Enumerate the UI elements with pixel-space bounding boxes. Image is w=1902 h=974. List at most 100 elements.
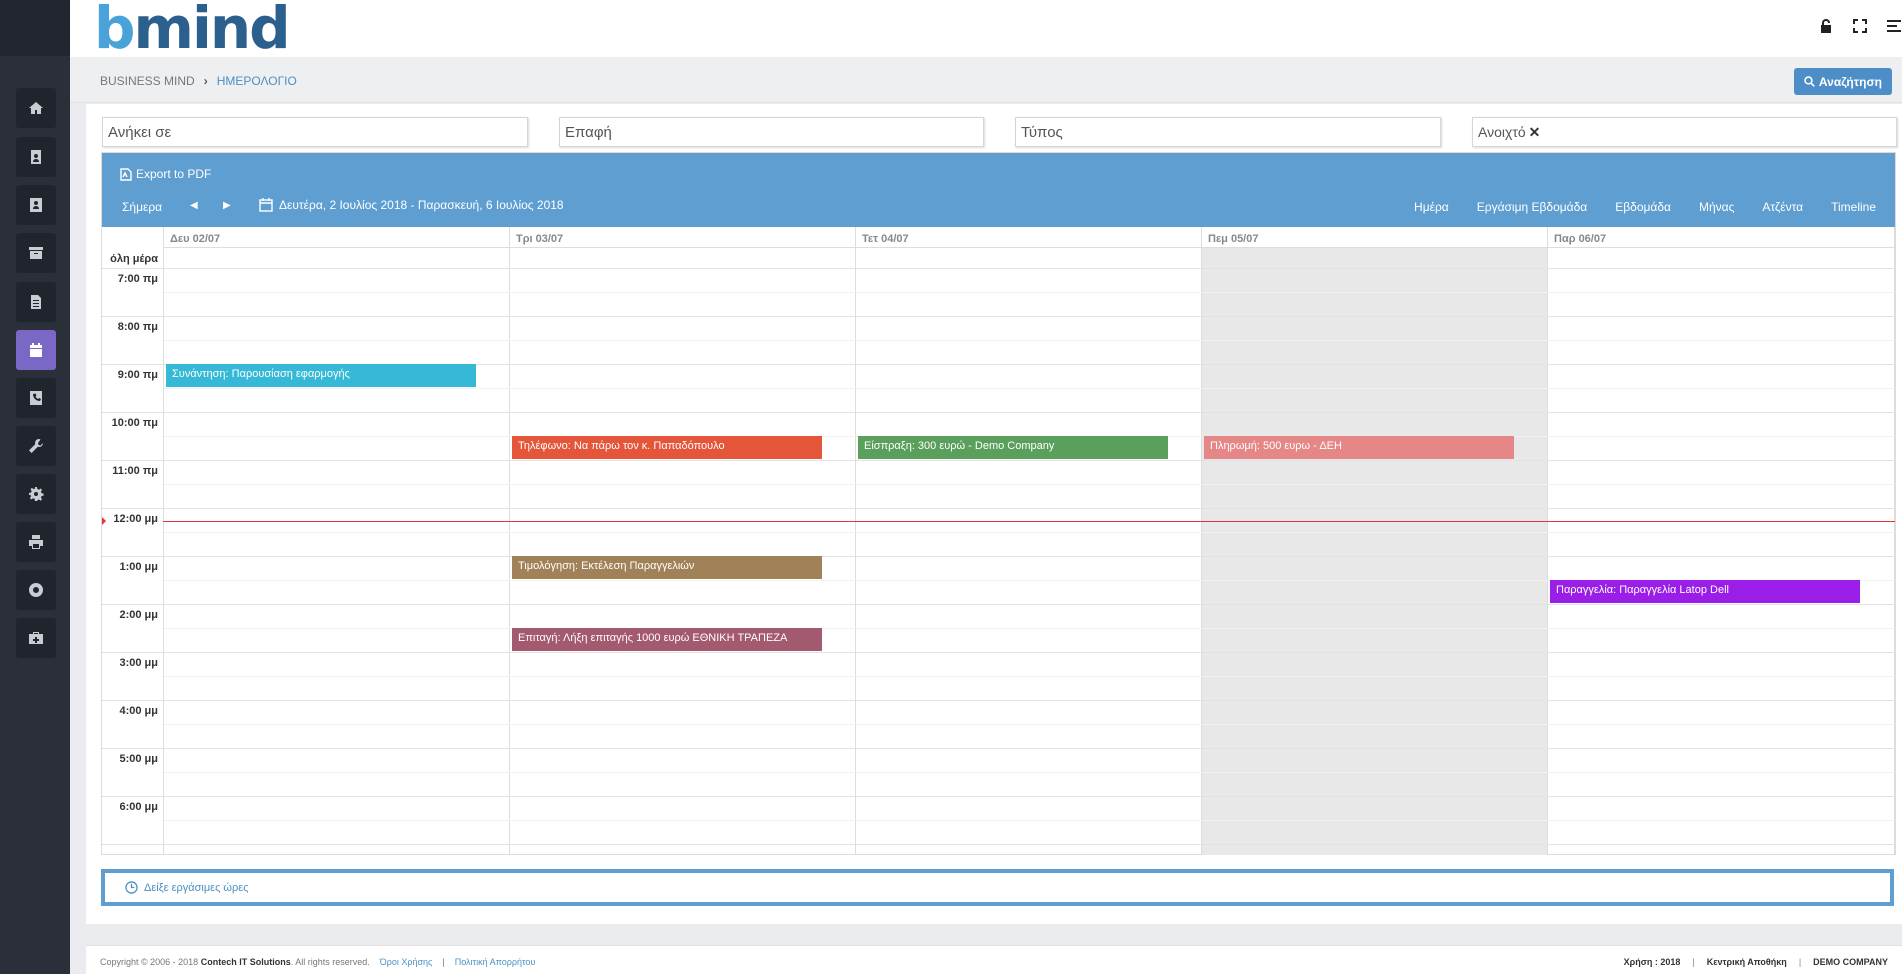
next-week-button[interactable]: ▶ [223, 200, 231, 211]
clock-icon [125, 881, 138, 894]
status-filter[interactable]: Ανοιχτό ✕ [1472, 117, 1897, 147]
gear-icon [29, 487, 44, 501]
lock-icon[interactable] [1818, 18, 1834, 34]
fullscreen-icon[interactable] [1852, 18, 1868, 34]
clear-status-icon[interactable]: ✕ [1529, 124, 1541, 140]
view-week[interactable]: Εβδομάδα [1615, 200, 1671, 214]
toolbox-icon [29, 632, 43, 644]
time-label: 4:00 μμ [119, 705, 158, 717]
export-pdf-button[interactable]: Export to PDF [120, 167, 211, 181]
wrench-icon [29, 439, 43, 453]
document-icon [31, 295, 41, 309]
search-button-label: Αναζήτηση [1818, 74, 1882, 89]
sidebar-item-archive[interactable] [16, 233, 56, 273]
half-hour-line [164, 532, 1895, 533]
date-range-picker[interactable]: Δευτέρα, 2 Ιουλίος 2018 - Παρασκευή, 6 Ι… [259, 198, 564, 212]
calendar-grid: όλη μέρα Δευ 02/07 Τρι 03/07 Τετ 04/07 Πεμ … [102, 227, 1895, 855]
current-time-line [163, 521, 1895, 522]
breadcrumb-separator: › [203, 74, 208, 88]
half-hour-line [164, 724, 1895, 725]
time-label: 1:00 μμ [119, 561, 158, 573]
half-hour-line [164, 292, 1895, 293]
app-logo[interactable]: bmind [94, 0, 291, 57]
home-icon [29, 102, 43, 114]
sidebar-header [0, 0, 70, 56]
view-switcher: Ημέρα Εργάσιμη Εβδομάδα Εβδομάδα Μήνας Α… [1414, 200, 1876, 214]
pdf-file-icon [120, 167, 132, 181]
top-header: bmind [70, 0, 1902, 57]
archive-box-icon [29, 247, 43, 259]
calendar-event[interactable]: Συνάντηση: Παρουσίαση εφαρμογής [166, 364, 476, 387]
sidebar-item-tools[interactable] [16, 426, 56, 466]
search-icon [1804, 76, 1815, 87]
footer-divider: | [442, 957, 445, 967]
hour-line [102, 748, 1895, 749]
time-label: 10:00 πμ [111, 417, 158, 429]
search-button[interactable]: Αναζήτηση [1793, 68, 1892, 95]
day-header[interactable]: Παρ 06/07 [1548, 227, 1895, 248]
privacy-link[interactable]: Πολιτική Απορρήτου [455, 957, 536, 967]
view-work-week[interactable]: Εργάσιμη Εβδομάδα [1477, 200, 1588, 214]
contact-card-icon [31, 150, 41, 164]
hour-line [102, 460, 1895, 461]
main-panel: Ανήκει σε Επαφή Τύπος Ανοιχτό ✕ Export to… [86, 104, 1902, 924]
warehouse: Κεντρική Αποθήκη [1706, 957, 1787, 967]
time-label: 8:00 πμ [117, 321, 158, 333]
calendar: Export to PDF Σήμερα ◀ ▶ Δευτέρα, 2 Ιουλ… [101, 152, 1896, 855]
calendar-event[interactable]: Πληρωμή: 500 ευρω - ΔΕΗ [1204, 436, 1514, 459]
today-button[interactable]: Σήμερα [122, 200, 162, 214]
hour-line [102, 604, 1895, 605]
view-agenda[interactable]: Ατζέντα [1762, 200, 1803, 214]
day-header[interactable]: Δευ 02/07 [164, 227, 510, 248]
view-day[interactable]: Ημέρα [1414, 200, 1449, 214]
show-work-hours-button[interactable]: Δείξε εργάσιμες ώρες [101, 869, 1894, 906]
lifebuoy-icon [29, 583, 43, 597]
day-header[interactable]: Τρι 03/07 [510, 227, 856, 248]
calendar-event[interactable]: Είσπραξη: 300 ευρώ - Demo Company [858, 436, 1168, 459]
calendar-event[interactable]: Τιμολόγηση: Εκτέλεση Παραγγελιών [512, 556, 822, 579]
date-range-label: Δευτέρα, 2 Ιουλίος 2018 - Παρασκευή, 6 Ι… [279, 198, 564, 212]
sidebar-item-contacts[interactable] [16, 137, 56, 177]
footer-left: Copyright © 2006 - 2018 Contech IT Solut… [100, 957, 535, 967]
sidebar-item-customers[interactable] [16, 185, 56, 225]
hour-line [102, 412, 1895, 413]
sidebar-item-settings[interactable] [16, 474, 56, 514]
calendar-event[interactable]: Παραγγελία: Παραγγελία Latop Dell [1550, 580, 1860, 603]
half-hour-line [164, 388, 1895, 389]
type-filter[interactable]: Τύπος [1015, 117, 1441, 147]
hour-line [102, 700, 1895, 701]
hour-line [102, 556, 1895, 557]
phone-icon [30, 391, 42, 405]
view-month[interactable]: Μήνας [1699, 200, 1734, 214]
calendar-toolbar: Export to PDF Σήμερα ◀ ▶ Δευτέρα, 2 Ιουλ… [102, 153, 1895, 227]
contact-filter[interactable]: Επαφή [559, 117, 984, 147]
time-label: 6:00 μμ [119, 801, 158, 813]
hour-line [102, 652, 1895, 653]
sidebar-item-calendar[interactable] [16, 330, 56, 370]
sidebar-item-support[interactable] [16, 570, 56, 610]
hour-line [102, 316, 1895, 317]
current-time-marker [102, 517, 106, 525]
calendar-event[interactable]: Επιταγή: Λήξη επιταγής 1000 ευρώ ΕΘΝΙΚΗ … [512, 628, 822, 651]
hour-line [102, 844, 1895, 845]
footer: Copyright © 2006 - 2018 Contech IT Solut… [86, 945, 1902, 974]
calendar-icon [30, 343, 42, 357]
breadcrumb-bar: BUSINESS MIND › ΗΜΕΡΟΛΟΓΙΟ Αναζήτηση [70, 57, 1902, 103]
terms-link[interactable]: Όροι Χρήσης [380, 957, 433, 967]
sidebar-item-calls[interactable] [16, 378, 56, 418]
menu-icon[interactable] [1886, 18, 1902, 34]
sidebar-item-print[interactable] [16, 522, 56, 562]
belongs-to-filter[interactable]: Ανήκει σε [102, 117, 528, 147]
sidebar-item-home[interactable] [16, 88, 56, 128]
day-header[interactable]: Πεμ 05/07 [1202, 227, 1548, 248]
day-header[interactable]: Τετ 04/07 [856, 227, 1202, 248]
hour-line [102, 796, 1895, 797]
calendar-small-icon [259, 198, 273, 212]
view-timeline[interactable]: Timeline [1831, 200, 1876, 214]
calendar-event[interactable]: Τηλέφωνο: Να πάρω τον κ. Παπαδόπουλο [512, 436, 822, 459]
sidebar-item-toolbox[interactable] [16, 618, 56, 658]
prev-week-button[interactable]: ◀ [190, 200, 198, 211]
sidebar-item-documents[interactable] [16, 282, 56, 322]
footer-right: Χρήση : 2018 | Κεντρική Αποθήκη | DEMO C… [1623, 957, 1888, 967]
breadcrumb-root[interactable]: BUSINESS MIND [100, 74, 195, 88]
